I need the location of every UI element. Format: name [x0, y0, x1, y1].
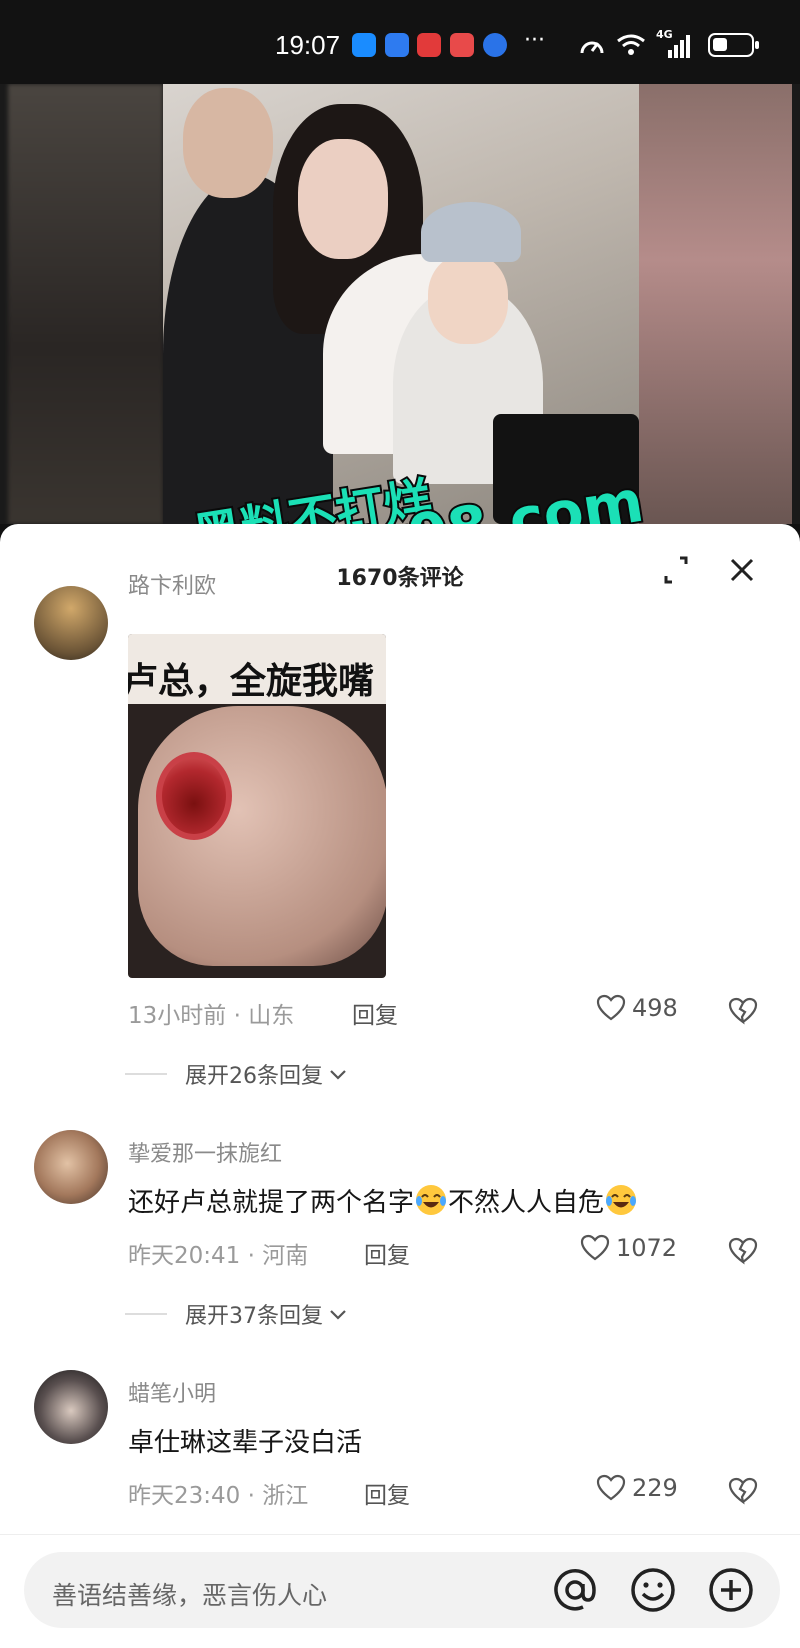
divider	[125, 1313, 167, 1315]
meme-mouth	[156, 752, 232, 840]
smile-icon[interactable]	[628, 1565, 678, 1615]
video-blur-right	[634, 84, 792, 524]
status-time: 19:07	[275, 30, 341, 60]
comment-time-location: 13小时前 · 山东	[128, 1003, 295, 1029]
app-screen: 19:07 ··· 4G 黑料不打烊 1670条评论 路卞利欧 卢总，全旋我嘴 …	[0, 0, 800, 1648]
network-type: 4G	[656, 28, 673, 41]
video-frame	[163, 84, 639, 524]
expand-replies-button[interactable]: 展开37条回复	[125, 1298, 349, 1330]
expand-replies-button[interactable]: 展开26条回复	[125, 1058, 349, 1090]
like-button[interactable]: 498	[596, 994, 678, 1022]
comment-time-location: 昨天20:41 · 河南	[128, 1243, 309, 1269]
expand-icon[interactable]	[660, 554, 692, 586]
wifi-share-notification-icon	[385, 33, 409, 57]
wifi-icon	[617, 34, 645, 55]
plus-circle-icon[interactable]	[706, 1565, 756, 1615]
comment-username[interactable]: 蜡笔小明	[128, 1376, 216, 1408]
broken-heart-icon[interactable]	[728, 1476, 758, 1506]
expand-replies-label: 展开26条回复	[185, 1064, 323, 1089]
at-icon[interactable]	[550, 1565, 600, 1615]
video-blur-left	[8, 84, 163, 524]
video-person-woman-face	[298, 139, 388, 259]
reply-button[interactable]: 回复	[364, 1236, 410, 1270]
heart-icon	[580, 1234, 610, 1261]
avatar[interactable]	[34, 586, 108, 660]
video-person-man-head	[183, 88, 273, 198]
comment-username[interactable]: 挚爱那一抹旎红	[128, 1136, 282, 1168]
comment-input[interactable]: 善语结善缘，恶言伤人心	[24, 1552, 780, 1628]
comment-image[interactable]: 卢总，全旋我嘴	[128, 634, 386, 978]
avatar[interactable]	[34, 1370, 108, 1444]
speed-icon	[580, 41, 604, 54]
battery-icon	[708, 33, 759, 57]
signal-icon: 4G	[656, 28, 692, 58]
video-child-cap	[421, 202, 521, 262]
reply-button[interactable]: 回复	[364, 1476, 410, 1510]
like-count: 498	[632, 994, 678, 1022]
heart-icon	[596, 1474, 626, 1501]
status-bar: 19:07 ··· 4G	[0, 0, 800, 84]
comment-text: 还好卢总就提了两个名字 不然人人自危	[128, 1182, 638, 1219]
comment-text-part: 还好卢总就提了两个名字	[128, 1188, 415, 1218]
like-count: 229	[632, 1474, 678, 1502]
comment-time-location: 昨天23:40 · 浙江	[128, 1483, 309, 1509]
comments-panel: 1670条评论 路卞利欧 卢总，全旋我嘴 13小时前 · 山东 回复 498 展…	[0, 524, 800, 1648]
reply-button[interactable]: 回复	[352, 996, 398, 1030]
heart-icon	[596, 994, 626, 1021]
comment-text: 卓仕琳这辈子没白活	[128, 1428, 363, 1458]
chevron-down-icon	[330, 1070, 346, 1080]
laughing-crying-emoji-icon	[416, 1185, 447, 1215]
like-count: 1072	[616, 1234, 678, 1262]
broken-heart-icon[interactable]	[728, 996, 758, 1026]
status-indicators: 4G	[578, 28, 759, 58]
shopping-notification-icon	[450, 33, 474, 57]
meme-caption: 卢总，全旋我嘴	[128, 661, 375, 702]
expand-replies-label: 展开37条回复	[185, 1304, 323, 1329]
message-notification-icon	[352, 33, 376, 57]
more-notifications-icon: ···	[524, 28, 545, 53]
meme-face	[138, 706, 386, 966]
laughing-crying-emoji-icon	[606, 1185, 637, 1215]
comment-input-placeholder: 善语结善缘，恶言伤人心	[52, 1581, 328, 1610]
like-button[interactable]: 229	[596, 1474, 678, 1502]
shopping-notification-icon	[417, 33, 441, 57]
like-button[interactable]: 1072	[580, 1234, 677, 1262]
video-child-face	[428, 254, 508, 344]
divider	[125, 1073, 167, 1075]
broken-heart-icon[interactable]	[728, 1236, 758, 1266]
comment-text-part: 不然人人自危	[448, 1188, 605, 1218]
close-icon[interactable]	[726, 554, 758, 586]
input-divider	[0, 1534, 800, 1535]
comment-username[interactable]: 路卞利欧	[128, 568, 216, 600]
browser-notification-icon	[483, 33, 507, 57]
video-player[interactable]	[0, 84, 800, 524]
chevron-down-icon	[330, 1310, 346, 1320]
avatar[interactable]	[34, 1130, 108, 1204]
